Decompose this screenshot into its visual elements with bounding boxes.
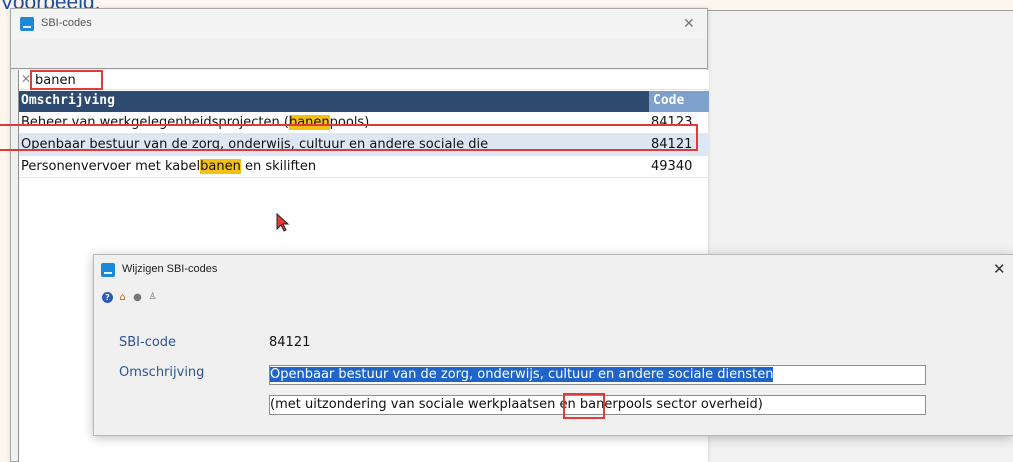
mouse-pointer-icon [276,213,290,232]
app-icon [20,17,34,31]
close-icon[interactable]: ✕ [993,262,1006,277]
omschrijving-label: Omschrijving [119,365,205,380]
help-icon[interactable]: ? [102,292,113,303]
close-icon[interactable]: ✕ [683,17,695,31]
app-icon [101,263,115,277]
window-title: Wijzigen SBI-codes [122,263,218,275]
search-row: ✕ banen [19,70,709,90]
list-header: Omschrijving Code [19,91,709,112]
search-hit: banen [200,159,241,174]
user-icon[interactable]: ♙ [147,292,158,303]
column-header-code-label: Code [653,93,685,108]
column-header-code[interactable]: Code [649,91,709,112]
search-input[interactable]: banen [30,70,103,90]
row-description: Personenvervoer met kabelbanen en skilif… [21,159,317,174]
sbi-code-value: 84121 [269,335,311,350]
column-header-omschrijving[interactable]: Omschrijving [21,93,115,108]
search-value: banen [35,73,76,88]
selected-row-annotation [0,124,698,151]
table-row[interactable]: Personenvervoer met kabelbanen en skilif… [19,156,709,178]
sbi-codes-titlebar: SBI-codes ✕ [11,9,707,39]
selected-text: Openbaar bestuur van de zorg, onderwijs,… [270,367,774,382]
sbi-code-label: SBI-code [119,335,177,350]
row-code: 49340 [651,159,693,174]
home-icon[interactable]: ⌂ [117,292,128,303]
record-icon[interactable]: ● [132,292,143,303]
sbi-codes-toolbar [11,39,707,69]
word-highlight-annotation [563,393,605,419]
window-title: SBI-codes [41,17,92,29]
edit-sbi-codes-window: Wijzigen SBI-codes ✕ ? ⌂ ● ♙ SBI-code 84… [93,254,1013,436]
omschrijving-field-1[interactable]: Openbaar bestuur van de zorg, onderwijs,… [269,365,926,385]
omschrijving-field-2[interactable]: (met uitzondering van sociale werkplaats… [269,393,926,419]
field-text: (met uitzondering van sociale werkplaats… [270,397,763,412]
